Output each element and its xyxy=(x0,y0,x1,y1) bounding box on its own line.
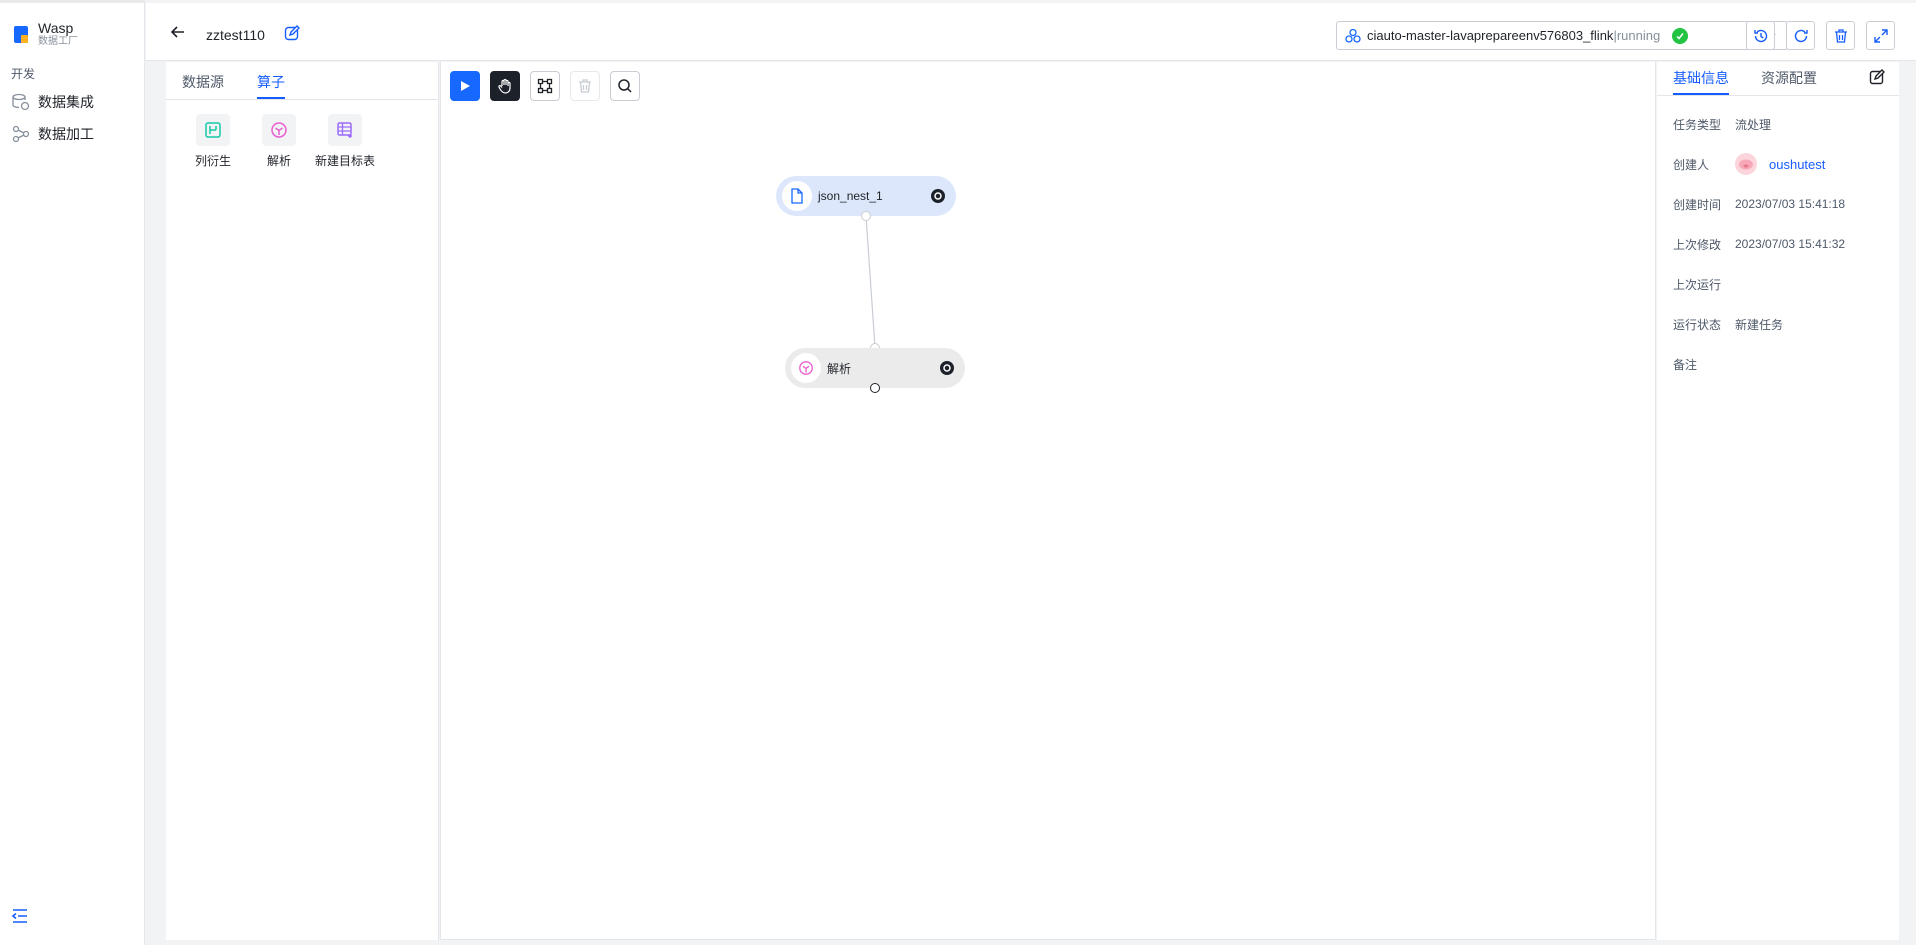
cluster-status: running xyxy=(1616,28,1661,43)
info-value: 2023/07/03 15:41:32 xyxy=(1735,237,1846,251)
avatar xyxy=(1735,153,1757,175)
gear-icon[interactable] xyxy=(939,360,955,376)
edge-layer xyxy=(865,215,876,348)
file-icon xyxy=(791,188,803,204)
pig-avatar-icon xyxy=(1739,159,1753,170)
info-panel: 基础信息 资源配置 任务类型 流处理 创建人 oushutest 创建时间 20… xyxy=(1657,62,1899,940)
nav-section-title: 开发 xyxy=(11,67,36,81)
info-value: 新建任务 xyxy=(1735,317,1784,332)
brand[interactable]: Wasp 数据工厂 xyxy=(0,3,144,48)
info-run-status: 运行状态 新建任务 xyxy=(1657,304,1899,344)
delete-button[interactable] xyxy=(1826,21,1855,50)
refresh-icon xyxy=(1794,29,1808,42)
column-derive-icon xyxy=(205,122,221,138)
tab-data-source[interactable]: 数据源 xyxy=(182,62,224,99)
gear-icon[interactable] xyxy=(930,188,946,204)
info-key: 上次运行 xyxy=(1673,277,1722,292)
collapse-menu-icon[interactable] xyxy=(11,907,29,925)
fullscreen-button[interactable] xyxy=(1866,21,1895,50)
info-key: 备注 xyxy=(1673,357,1698,372)
operator-label: 解析 xyxy=(266,154,291,168)
nav-item-data-processing[interactable]: 数据加工 xyxy=(0,118,144,150)
cluster-name: ciauto-master-lavaprepareenv576803_flink xyxy=(1367,28,1614,43)
operator-column-derive[interactable]: 列衍生 xyxy=(180,114,246,169)
info-modified-at: 上次修改 2023/07/03 15:41:32 xyxy=(1657,224,1899,264)
info-value: 2023/07/03 15:41:18 xyxy=(1735,197,1846,211)
history-button[interactable] xyxy=(1746,21,1775,50)
info-key: 任务类型 xyxy=(1673,117,1722,132)
operator-new-target-table[interactable]: 新建目标表 xyxy=(312,114,378,169)
operator-tabs: 数据源 算子 xyxy=(166,62,438,100)
edit-icon[interactable] xyxy=(1869,69,1885,85)
tab-operators[interactable]: 算子 xyxy=(257,62,285,99)
wasp-logo-icon xyxy=(14,25,28,43)
top-header: zztest110 ciauto-master-lavaprepareenv57… xyxy=(146,3,1916,61)
output-port[interactable] xyxy=(861,211,871,221)
nav-item-label: 数据集成 xyxy=(38,94,94,110)
node-parse[interactable]: 解析 xyxy=(785,348,965,388)
running-status-icon xyxy=(1672,27,1689,44)
cluster-icon xyxy=(1345,28,1361,43)
operator-label: 新建目标表 xyxy=(314,154,375,168)
info-key: 上次修改 xyxy=(1673,237,1722,252)
nav-item-label: 数据加工 xyxy=(38,126,94,142)
trash-icon xyxy=(579,79,591,93)
data-integration-icon xyxy=(12,93,30,111)
tab-basic-info[interactable]: 基础信息 xyxy=(1673,62,1729,95)
expand-icon xyxy=(1873,28,1888,43)
search-icon xyxy=(618,79,632,93)
run-button[interactable] xyxy=(450,71,480,101)
info-created-at: 创建时间 2023/07/03 15:41:18 xyxy=(1657,184,1899,224)
info-key: 创建时间 xyxy=(1673,197,1722,212)
frame-select-icon xyxy=(537,78,553,94)
parse-icon xyxy=(799,361,813,375)
search-button[interactable] xyxy=(610,71,640,101)
operator-list: 列衍生 解析 新建目标表 xyxy=(166,100,438,169)
select-tool-button[interactable] xyxy=(530,71,560,101)
info-last-run: 上次运行 xyxy=(1657,264,1899,304)
operator-parse[interactable]: 解析 xyxy=(246,114,312,169)
play-icon xyxy=(461,81,470,91)
node-json-nest-1[interactable]: json_nest_1 xyxy=(776,176,956,216)
cluster-select[interactable]: ciauto-master-lavaprepareenv576803_flink… xyxy=(1336,21,1788,50)
history-icon xyxy=(1753,29,1767,42)
delete-node-button[interactable] xyxy=(570,71,600,101)
operator-label: 列衍生 xyxy=(194,154,231,168)
brand-subtitle: 数据工厂 xyxy=(38,36,78,47)
edge-json-nest-to-parse xyxy=(865,215,876,348)
brand-name: Wasp xyxy=(38,20,74,36)
info-key: 运行状态 xyxy=(1673,317,1722,332)
output-port[interactable] xyxy=(870,383,880,393)
parse-icon xyxy=(271,122,287,138)
tab-resource-config[interactable]: 资源配置 xyxy=(1761,62,1817,95)
hand-icon xyxy=(498,78,511,94)
info-value: 流处理 xyxy=(1735,117,1772,132)
task-name: zztest110 xyxy=(206,27,265,43)
info-tabs: 基础信息 资源配置 xyxy=(1657,62,1899,96)
refresh-button[interactable] xyxy=(1786,21,1815,50)
info-task-type: 任务类型 流处理 xyxy=(1657,104,1899,144)
info-remark: 备注 xyxy=(1657,344,1899,384)
left-nav: Wasp 数据工厂 开发 数据集成 数据加工 xyxy=(0,0,145,945)
new-target-table-icon xyxy=(337,122,352,138)
creator-link[interactable]: oushutest xyxy=(1769,157,1825,172)
edit-icon[interactable] xyxy=(284,25,300,41)
operator-panel: 数据源 算子 列衍生 解析 新建目标表 xyxy=(166,62,439,940)
info-creator: 创建人 oushutest xyxy=(1657,144,1899,184)
nav-item-data-integration[interactable]: 数据集成 xyxy=(0,86,144,118)
flow-canvas[interactable]: json_nest_1 解析 xyxy=(440,62,1656,940)
node-label: json_nest_1 xyxy=(818,189,883,203)
trash-icon xyxy=(1834,28,1847,43)
back-arrow-icon[interactable] xyxy=(170,24,186,40)
info-key: 创建人 xyxy=(1673,157,1710,172)
node-label: 解析 xyxy=(827,361,852,376)
pan-tool-button[interactable] xyxy=(490,71,520,101)
data-processing-icon xyxy=(12,125,30,143)
